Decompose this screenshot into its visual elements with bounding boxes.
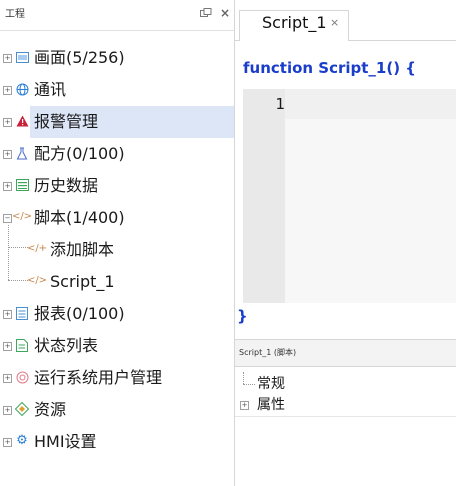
report-icon [15,306,29,320]
project-panel-title: 工程 [5,9,25,20]
tree-item-alarm-management-content: + 报警管理 [0,106,234,138]
expander-icon[interactable]: + [3,118,12,127]
property-label: 属性 [257,397,285,413]
line-number: 1 [275,95,285,113]
tree-item-script-1[interactable]: </> Script_1 [0,266,234,298]
function-header: function Script_1() { [243,59,416,77]
property-group-attributes[interactable]: + 属性 [235,395,456,415]
property-label: 常规 [257,376,285,392]
tree-item-label: 配方(0/100) [34,144,125,163]
tree-item-label: 脚本(1/400) [34,208,125,227]
tree-item-label: 报警管理 [34,112,99,131]
tree-item-label: 运行系统用户管理 [34,368,163,387]
properties-title: Script_1 (脚本) [239,348,297,357]
tree-item-label: 添加脚本 [50,240,115,259]
tree-item-report[interactable]: + 报表(0/100) [0,298,234,330]
divider [235,416,456,417]
expander-icon[interactable]: + [3,54,12,63]
tree-item-resources[interactable]: + 资源 [0,394,234,426]
tree-item-recipe[interactable]: + 配方(0/100) [0,138,234,170]
line-number-gutter: 1 [243,89,285,303]
resource-icon [15,402,29,416]
tree-item-add-script[interactable]: </+ 添加脚本 [0,234,234,266]
alarm-icon [15,114,29,128]
expander-icon[interactable]: + [240,401,249,410]
code-area[interactable] [285,89,456,303]
script-file-icon: </> [26,275,48,286]
globe-icon [15,82,29,96]
tree-item-history-data[interactable]: + 历史数据 [0,170,234,202]
tab-bar: </> Script_1 × [235,0,456,41]
code-line[interactable] [285,89,456,119]
script-icon: </> [11,211,33,222]
close-icon[interactable]: × [220,6,230,20]
history-data-icon [15,178,29,192]
tree-item-label: 报表(0/100) [34,304,125,323]
close-icon[interactable]: × [330,16,339,29]
tree-item-screens[interactable]: + 画面(5/256) [0,42,234,74]
expander-icon[interactable]: + [3,438,12,447]
expander-icon[interactable]: + [3,182,12,191]
tree-item-communication[interactable]: + 通讯 [0,74,234,106]
collapse-icon[interactable]: − [3,214,12,223]
add-script-icon: </+ [26,243,48,254]
expander-icon[interactable]: + [3,342,12,351]
gear-icon: ⚙ [16,433,28,448]
tree-item-label: 画面(5/256) [34,48,125,67]
property-group-general[interactable]: 常规 [235,374,456,394]
pin-icon[interactable] [200,8,212,22]
status-list-icon [15,338,29,352]
tab-label: Script_1 [262,13,327,32]
properties-header: Script_1 (脚本) [235,339,456,367]
user-manage-icon [15,370,29,384]
editor-panel: </> Script_1 × function Script_1() { 1 }… [235,0,456,486]
tree-item-label: Script_1 [50,272,115,291]
project-panel-header: 工程 × [0,0,234,31]
tree-item-label: 通讯 [34,80,67,99]
closing-brace: } [237,307,248,325]
tree-item-status-list[interactable]: + 状态列表 [0,330,234,362]
code-editor[interactable]: function Script_1() { 1 } [235,41,456,342]
tree-item-label: HMI设置 [34,432,97,451]
tree-item-label: 历史数据 [34,176,99,195]
expander-icon[interactable]: + [3,150,12,159]
project-panel: 工程 × + 画面(5/256) + 通讯 + 报警管理 + 配方(0/100)… [0,0,235,486]
tab-script-1[interactable]: Script_1 × [239,10,349,41]
screen-icon [15,50,29,64]
tree-item-label: 状态列表 [34,336,99,355]
tree-item-hmi-settings[interactable]: + ⚙ HMI设置 [0,426,234,458]
tree-item-runtime-user-management[interactable]: + 运行系统用户管理 [0,362,234,394]
tree-item-label: 资源 [34,400,67,419]
expander-icon[interactable]: + [3,86,12,95]
expander-icon[interactable]: + [3,406,12,415]
tree-item-scripts[interactable]: − </> 脚本(1/400) [0,202,234,234]
expander-icon[interactable]: + [3,374,12,383]
expander-icon[interactable]: + [3,310,12,319]
flask-icon [15,146,29,160]
